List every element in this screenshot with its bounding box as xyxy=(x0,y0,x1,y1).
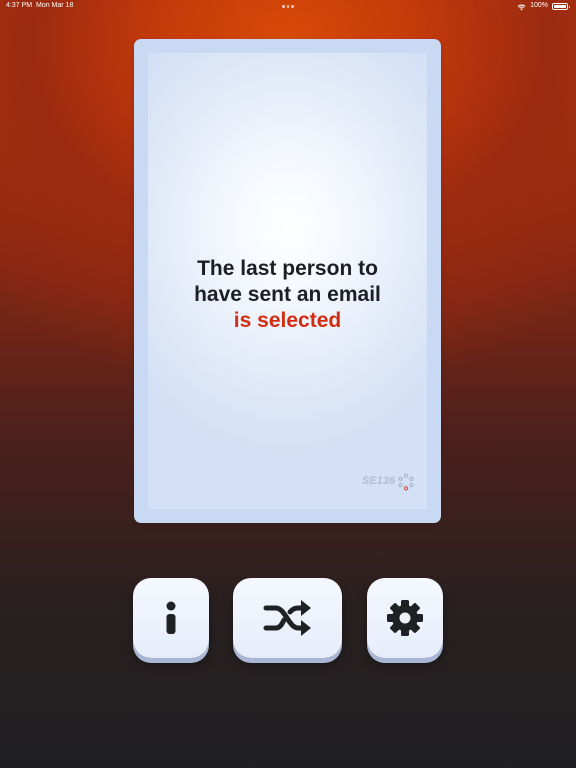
status-time: 4:37 PM xyxy=(6,2,33,9)
status-right: 100% xyxy=(517,0,570,12)
prompt-card: The last person to have sent an email is… xyxy=(134,39,441,523)
multitasking-dots-icon[interactable] xyxy=(282,5,294,8)
status-date: Mon Mar 18 xyxy=(36,2,74,9)
wifi-icon xyxy=(517,4,526,11)
card-prompt-text: The last person to have sent an email is… xyxy=(148,256,427,334)
card-code: SE136 xyxy=(361,475,395,487)
shuffle-button[interactable] xyxy=(233,578,342,658)
card-line-2: have sent an email xyxy=(194,283,381,306)
battery-percent: 100% xyxy=(530,2,548,9)
gear-icon xyxy=(387,600,423,636)
settings-button[interactable] xyxy=(367,578,443,658)
card-highlight: is selected xyxy=(233,309,342,332)
status-bar: 4:37 PM Mon Mar 18 100% xyxy=(0,0,576,12)
info-icon xyxy=(166,601,176,634)
info-button[interactable] xyxy=(133,578,209,658)
card-face: The last person to have sent an email is… xyxy=(148,53,427,509)
shuffle-icon xyxy=(263,600,311,636)
dotted-circle-logo-icon xyxy=(398,473,414,491)
card-line-1: The last person to xyxy=(197,257,378,280)
battery-icon xyxy=(552,3,570,10)
